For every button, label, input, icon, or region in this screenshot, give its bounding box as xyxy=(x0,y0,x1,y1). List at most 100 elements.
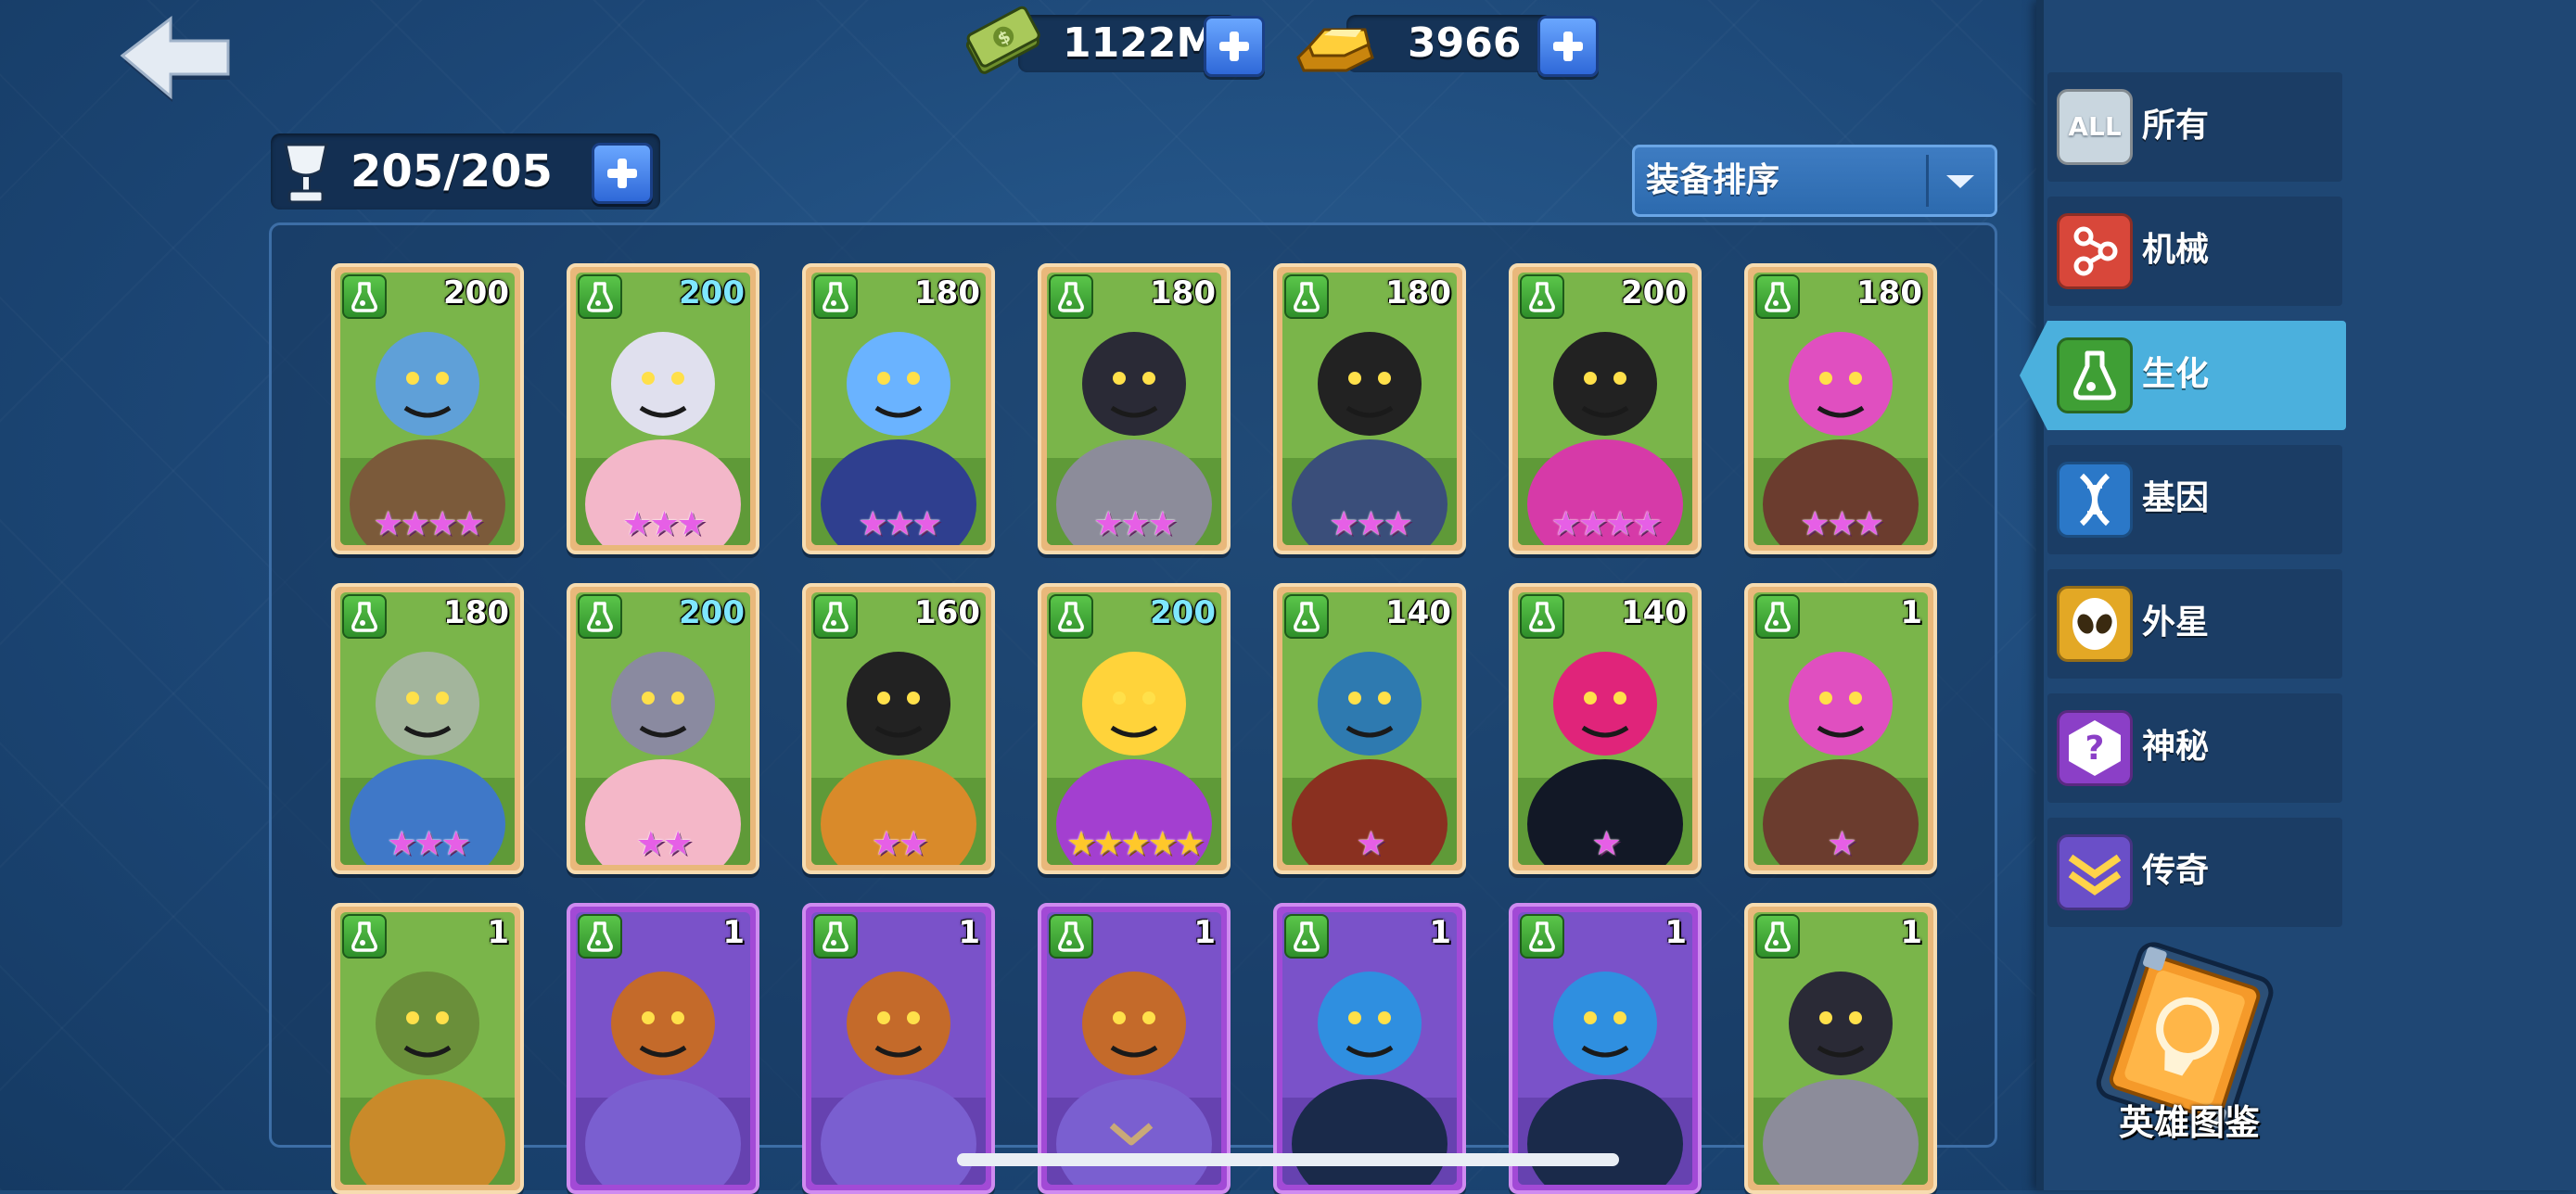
sidebar-item-label: 传奇 xyxy=(2142,852,2210,890)
hero-level: 140 xyxy=(1385,594,1451,631)
biochemical-flask-icon xyxy=(578,274,622,319)
hero-card[interactable]: 200 ★★★★ xyxy=(1509,263,1702,554)
sidebar-item-biochemical-flask[interactable]: 生化 xyxy=(2020,321,2346,430)
biochemical-flask-icon xyxy=(1755,914,1800,959)
hero-level: 200 xyxy=(1621,274,1687,311)
hero-card[interactable]: 180 ★★★ xyxy=(1744,263,1937,554)
add-cash-button[interactable] xyxy=(1204,16,1265,77)
cash-value: 1122M xyxy=(1063,19,1218,67)
hero-level: 1 xyxy=(1664,914,1687,951)
chevron-down-icon xyxy=(1946,175,1974,188)
hero-level: 180 xyxy=(1856,274,1922,311)
back-arrow-button[interactable] xyxy=(119,13,234,106)
alien-icon xyxy=(2057,586,2133,662)
hero-star-rating: ★★★★ xyxy=(1550,505,1662,543)
biochemical-flask-icon xyxy=(578,914,622,959)
hero-level: 160 xyxy=(914,594,980,631)
biochemical-flask-icon xyxy=(1284,274,1329,319)
hero-card[interactable]: 1 xyxy=(1273,903,1466,1194)
biochemical-flask-icon xyxy=(1049,914,1093,959)
biochemical-flask-icon xyxy=(1049,274,1093,319)
hero-card[interactable]: 200 ★★★ xyxy=(567,263,759,554)
biochemical-flask-icon xyxy=(1755,274,1800,319)
hero-level: 1 xyxy=(958,914,980,951)
hero-level: 1 xyxy=(1900,594,1922,631)
svg-text:?: ? xyxy=(2085,730,2105,768)
hero-star-rating: ★★★ xyxy=(622,505,707,543)
hero-card[interactable]: 180 ★★★ xyxy=(802,263,995,554)
hero-card[interactable]: 1 xyxy=(331,903,524,1194)
hero-card[interactable]: 1 xyxy=(567,903,759,1194)
sidebar-item-mechanical[interactable]: 机械 xyxy=(2047,197,2342,306)
mechanical-icon xyxy=(2057,213,2133,289)
hero-star-rating: ★ xyxy=(1827,825,1856,863)
hero-card[interactable]: 1 ★ xyxy=(1744,583,1937,874)
biochemical-flask-icon xyxy=(2057,337,2133,413)
hero-card[interactable]: 200 ★★★★★ xyxy=(1038,583,1231,874)
hero-level: 1 xyxy=(1193,914,1216,951)
mystic-question-icon: ? xyxy=(2057,710,2133,786)
hero-card[interactable]: 180 ★★★ xyxy=(1273,263,1466,554)
hero-star-rating: ★★★ xyxy=(1800,505,1884,543)
sidebar-item-legendary-chevron[interactable]: 传奇 xyxy=(2047,818,2342,927)
sidebar-item-gene-dna[interactable]: 基因 xyxy=(2047,445,2342,554)
hero-level: 200 xyxy=(679,594,745,631)
sidebar-edge xyxy=(2036,0,2044,1190)
gold-value: 3966 xyxy=(1408,19,1522,67)
biochemical-flask-icon xyxy=(578,594,622,639)
biochemical-flask-icon xyxy=(1049,594,1093,639)
hero-level: 180 xyxy=(914,274,980,311)
hero-card[interactable]: 1 xyxy=(1509,903,1702,1194)
hero-card[interactable]: 1 xyxy=(1744,903,1937,1194)
hero-level: 1 xyxy=(722,914,745,951)
hero-card[interactable]: 200 ★★ xyxy=(567,583,759,874)
biochemical-flask-icon xyxy=(813,274,858,319)
biochemical-flask-icon xyxy=(1520,594,1564,639)
hero-star-rating: ★★★ xyxy=(1329,505,1413,543)
biochemical-flask-icon xyxy=(813,594,858,639)
hero-card[interactable]: 140 ★ xyxy=(1509,583,1702,874)
legendary-chevron-icon xyxy=(2057,834,2133,910)
sidebar-item-alien[interactable]: 外星 xyxy=(2047,569,2342,679)
hero-level: 1 xyxy=(487,914,509,951)
hero-level: 180 xyxy=(1385,274,1451,311)
all-icon: ALL xyxy=(2057,89,2133,165)
hero-star-rating: ★ xyxy=(1591,825,1621,863)
add-gold-button[interactable] xyxy=(1537,16,1599,77)
sidebar-item-all[interactable]: ALL 所有 xyxy=(2047,72,2342,182)
hero-level: 200 xyxy=(443,274,509,311)
sort-dropdown-divider xyxy=(1926,155,1929,207)
hero-star-rating: ★★★★★ xyxy=(1065,825,1205,863)
sidebar-item-label: 神秘 xyxy=(2142,728,2210,766)
hero-star-rating: ★★★ xyxy=(1093,505,1178,543)
hero-card[interactable]: 140 ★ xyxy=(1273,583,1466,874)
hero-card[interactable]: 1 xyxy=(1038,903,1231,1194)
sidebar-item-label: 基因 xyxy=(2142,479,2210,517)
hero-level: 200 xyxy=(679,274,745,311)
expand-roster-button[interactable] xyxy=(592,143,653,204)
biochemical-flask-icon xyxy=(1520,914,1564,959)
hero-card[interactable]: 200 ★★★★ xyxy=(331,263,524,554)
biochemical-flask-icon xyxy=(342,914,387,959)
hero-star-rating: ★★★ xyxy=(387,825,471,863)
hero-star-rating: ★★★★ xyxy=(373,505,484,543)
sort-dropdown-label: 装备排序 xyxy=(1646,161,1780,199)
hero-star-rating: ★★ xyxy=(635,825,694,863)
hero-level: 1 xyxy=(1429,914,1451,951)
back-arrow-icon xyxy=(120,15,230,102)
sort-dropdown[interactable]: 装备排序 xyxy=(1632,145,1997,217)
biochemical-flask-icon xyxy=(1284,914,1329,959)
hero-card[interactable]: 1 xyxy=(802,903,995,1194)
hero-level: 1 xyxy=(1900,914,1922,951)
hero-level: 200 xyxy=(1150,594,1216,631)
cash-icon: $ xyxy=(961,6,1044,80)
hero-card[interactable]: 160 ★★ xyxy=(802,583,995,874)
hero-card[interactable]: 180 ★★★ xyxy=(1038,263,1231,554)
all-icon-text: ALL xyxy=(2068,111,2122,142)
hero-codex-label: 英雄图鉴 xyxy=(2118,1102,2260,1143)
hero-level: 180 xyxy=(443,594,509,631)
sidebar-item-mystic-question[interactable]: ? 神秘 xyxy=(2047,693,2342,803)
biochemical-flask-icon xyxy=(1755,594,1800,639)
hero-card[interactable]: 180 ★★★ xyxy=(331,583,524,874)
hero-level: 140 xyxy=(1621,594,1687,631)
